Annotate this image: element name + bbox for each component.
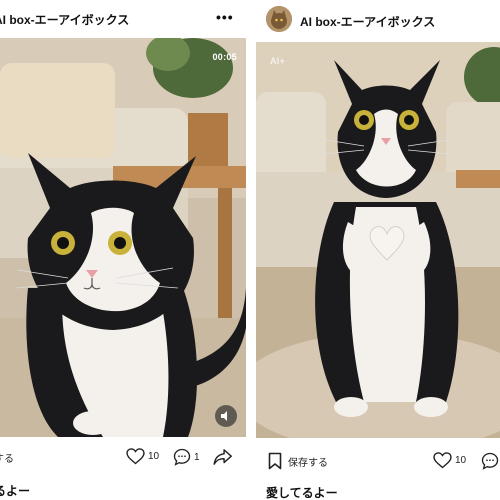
comment-count: 1 [194,451,200,463]
post-actions: する 10 1 [0,442,246,472]
post-media-video[interactable]: 00:05 [0,38,246,437]
like-count: 10 [148,451,160,462]
account-name[interactable]: AI box-エーアイボックス [300,13,435,30]
post-right: AI box-エーアイボックス AI+ 保存する 10 愛してるよー [256,0,500,500]
post-caption: るよー [0,484,31,498]
cat-heart-paws-image [256,42,500,438]
heart-icon [433,452,452,469]
share-button[interactable] [213,448,232,466]
comment-button[interactable] [481,452,499,470]
like-button[interactable]: 10 [126,448,159,465]
post-media-image[interactable]: AI+ [256,42,500,438]
post-header: AI box-エーアイボックス [256,0,500,38]
bookmark-icon [268,452,282,470]
comment-button[interactable]: 1 [173,448,200,466]
like-count: 10 [455,455,467,466]
cat-sitting-image [0,38,246,437]
more-icon[interactable]: ••• [216,9,234,25]
heart-icon [126,448,145,465]
save-button[interactable]: する [0,450,14,465]
save-label: 保存する [288,457,328,469]
avatar[interactable] [266,6,292,32]
video-time: 00:05 [212,52,237,62]
like-button[interactable]: 10 [433,452,466,469]
save-label: する [0,454,14,465]
post-actions: 保存する 10 [256,446,500,476]
cat-avatar-icon [266,6,292,32]
mute-button[interactable] [215,405,237,427]
comment-icon [481,452,499,470]
share-icon [213,449,232,465]
ai-badge: AI+ [270,56,286,66]
account-name[interactable]: AI box-エーアイボックス [0,11,129,28]
post-left: AI box-エーアイボックス ••• 00:05 る 10 1 るよー [0,0,246,500]
save-button[interactable]: 保存する [268,452,328,470]
speaker-icon [221,411,227,421]
post-header: AI box-エーアイボックス ••• [0,0,246,38]
post-caption: 愛してるよー [266,486,338,500]
comment-icon [173,448,191,466]
